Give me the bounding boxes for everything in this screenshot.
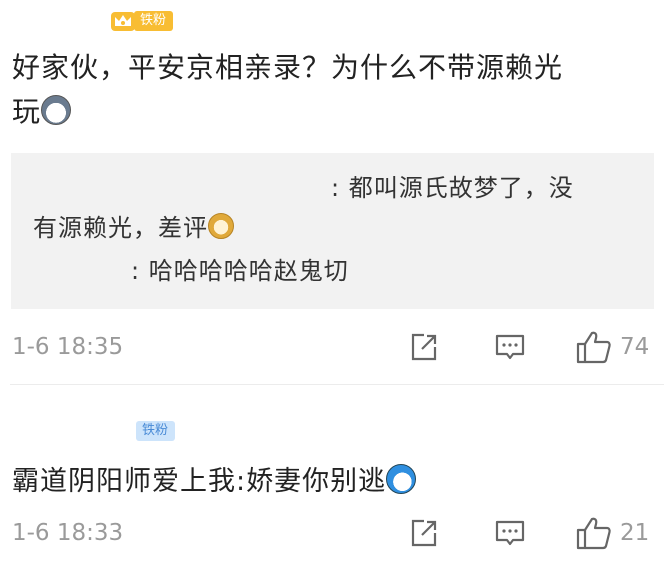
reply-text-line1: : 都叫源氏故梦了，没 — [331, 174, 574, 202]
husky-emoji-icon — [41, 95, 72, 125]
crown-icon — [111, 12, 135, 31]
comment-text-line2: 玩 — [12, 95, 42, 128]
like-count: 74 — [620, 334, 650, 360]
forward-button[interactable] — [408, 330, 440, 364]
comment-icon — [495, 520, 525, 546]
comment-timestamp: 1-6 18:35 — [12, 334, 124, 360]
thumbs-up-icon — [576, 517, 611, 550]
share-icon — [411, 519, 437, 547]
comment-text-line1: 好家伙，平安京相亲录？为什么不带源赖光 — [12, 51, 564, 84]
comment-text: 霸道阴阳师爱上我:娇妻你别逃 — [12, 460, 644, 504]
reply-text-line2-content: 有源赖光，差评 — [33, 214, 208, 242]
fan-badge[interactable]: 铁粉 — [136, 418, 176, 444]
share-icon — [411, 333, 437, 361]
comment-timestamp: 1-6 18:33 — [12, 520, 124, 546]
comment-item: 铁粉 霸道阴阳师爱上我:娇妻你别逃 1-6 18:33 21 — [0, 386, 664, 571]
comment-item: 铁粉 好家伙，平安京相亲录？为什么不带源赖光 玩 : 都叫源氏故梦了，没 有源赖… — [0, 0, 664, 384]
reply-preview-box[interactable]: : 都叫源氏故梦了，没 有源赖光，差评 : 哈哈哈哈哈赵鬼切 — [11, 153, 654, 309]
doge-emoji-icon — [208, 213, 234, 239]
comment-meta-row: 1-6 18:35 74 — [0, 330, 664, 364]
fan-badge-label: 铁粉 — [136, 421, 176, 441]
like-button[interactable]: 21 — [576, 516, 649, 550]
thumbs-up-icon — [576, 331, 611, 364]
like-button[interactable]: 74 — [576, 330, 649, 364]
comment-text: 好家伙，平安京相亲录？为什么不带源赖光 玩 — [12, 46, 644, 134]
fan-badge[interactable]: 铁粉 — [110, 8, 174, 34]
comment-text-content: 霸道阴阳师爱上我:娇妻你别逃 — [12, 466, 387, 497]
forward-button[interactable] — [408, 516, 440, 550]
comment-icon — [495, 334, 525, 360]
doraemon-emoji-icon — [386, 464, 417, 494]
comment-meta-row: 1-6 18:33 21 — [0, 516, 664, 550]
like-count: 21 — [620, 520, 650, 546]
reply-button[interactable] — [494, 330, 526, 364]
reply-text-line2: 有源赖光，差评 — [33, 209, 234, 247]
reply-button[interactable] — [494, 516, 526, 550]
reply-text-2: : 哈哈哈哈哈赵鬼切 — [131, 257, 349, 285]
fan-badge-label: 铁粉 — [134, 11, 174, 31]
comment-divider — [10, 384, 664, 385]
